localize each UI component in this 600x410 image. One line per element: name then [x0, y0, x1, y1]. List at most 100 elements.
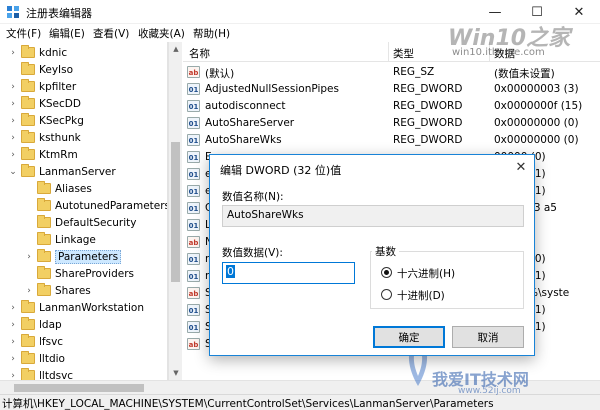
expand-chevron-icon[interactable]: ›	[24, 286, 34, 296]
expand-chevron-icon[interactable]: ›	[8, 150, 18, 160]
watermark-52ij-url: www.52ij.com	[458, 386, 521, 396]
value-data-cell: (数值未设置)	[494, 68, 555, 80]
ok-button[interactable]: 确定	[373, 326, 445, 348]
column-header-name[interactable]: 名称	[189, 46, 210, 61]
tree-item-label: Parameters	[55, 249, 122, 264]
expand-chevron-icon	[24, 235, 34, 245]
expand-chevron-icon[interactable]: ›	[8, 337, 18, 347]
radio-hexadecimal[interactable]	[381, 267, 392, 278]
expand-chevron-icon[interactable]: ›	[8, 303, 18, 313]
tree-item-label: ShareProviders	[55, 267, 135, 280]
value-name-label: 数值名称(N):	[222, 191, 284, 203]
tree-item-label: kdnic	[39, 46, 68, 59]
tree-item-label: lltdsvc	[39, 369, 74, 381]
tree-item-ksthunk[interactable]: › ksthunk	[8, 129, 81, 146]
tree-item-ksecpkg[interactable]: › KSecPkg	[8, 112, 84, 129]
table-row[interactable]: 01 AutoShareServer REG_DWORD 0x00000000 (0)	[183, 115, 600, 132]
tree-item-parameters[interactable]: › Parameters	[24, 248, 122, 265]
edit-dword-dialog: 编辑 DWORD (32 位)值 ✕ 数值名称(N): AutoShareWks…	[209, 154, 535, 356]
menu-favorites[interactable]: 收藏夹(A)	[138, 26, 185, 41]
tree-item-kdnic[interactable]: › kdnic	[8, 44, 67, 61]
tree-item-kpfilter[interactable]: › kpfilter	[8, 78, 76, 95]
tree-item-label: lfsvc	[39, 335, 64, 348]
horizontal-scroll-thumb[interactable]	[14, 384, 144, 392]
tree-item-keyiso[interactable]: KeyIso	[8, 61, 73, 78]
value-type-cell: REG_DWORD	[393, 134, 463, 146]
tree-item-shareproviders[interactable]: ShareProviders	[24, 265, 134, 282]
tree-item-ksecdd[interactable]: › KSecDD	[8, 95, 81, 112]
menu-file[interactable]: 文件(F)	[6, 26, 41, 41]
tree-item-label: KSecDD	[39, 97, 81, 110]
radio-decimal[interactable]	[381, 289, 392, 300]
tree-vertical-scrollbar[interactable]: ▲ ▼	[168, 42, 182, 380]
binary-value-icon: 01	[187, 151, 200, 163]
menu-help[interactable]: 帮助(H)	[193, 26, 230, 41]
table-row[interactable]: 01 autodisconnect REG_DWORD 0x0000000f (15)	[183, 98, 600, 115]
tree-item-label: kpfilter	[39, 80, 77, 93]
binary-value-icon: 01	[187, 185, 200, 197]
binary-value-icon: 01	[187, 270, 200, 282]
binary-value-icon: 01	[187, 253, 200, 265]
radio-decimal-label[interactable]: 十进制(D)	[397, 288, 445, 303]
tree-scroll-thumb[interactable]	[171, 142, 180, 282]
expand-chevron-icon[interactable]: ›	[8, 99, 18, 109]
folder-icon	[21, 334, 35, 347]
expand-chevron-icon[interactable]: ›	[8, 116, 18, 126]
cancel-button[interactable]: 取消	[452, 326, 524, 348]
tree-item-lfsvc[interactable]: › lfsvc	[8, 333, 63, 350]
folder-icon	[37, 249, 51, 262]
expand-chevron-icon[interactable]: ›	[8, 133, 18, 143]
collapse-chevron-icon[interactable]: ⌄	[8, 167, 18, 177]
dialog-title: 编辑 DWORD (32 位)值	[220, 164, 342, 177]
table-row[interactable]: 01 AdjustedNullSessionPipes REG_DWORD 0x000…	[183, 81, 600, 98]
expand-chevron-icon[interactable]: ›	[8, 320, 18, 330]
table-row[interactable]: ab (默认) REG_SZ (数值未设置)	[183, 64, 600, 81]
base-group-title: 基数	[372, 244, 399, 259]
expand-chevron-icon	[8, 65, 18, 75]
value-name-cell: (默认)	[205, 68, 235, 80]
tree-item-lanmanserver[interactable]: ⌄ LanmanServer	[8, 163, 116, 180]
tree-item-label: lltdio	[39, 352, 65, 365]
value-name-cell: AdjustedNullSessionPipes	[205, 83, 339, 95]
binary-value-icon: 01	[187, 321, 200, 333]
column-header-type[interactable]: 类型	[393, 46, 414, 61]
expand-chevron-icon	[24, 218, 34, 228]
tree-item-shares[interactable]: › Shares	[24, 282, 91, 299]
scroll-down-arrow-icon[interactable]: ▼	[169, 366, 183, 380]
expand-chevron-icon[interactable]: ›	[8, 354, 18, 364]
table-row[interactable]: 01 AutoShareWks REG_DWORD 0x00000000 (0)	[183, 132, 600, 149]
registry-key-tree[interactable]: › kdnic KeyIso › kpfilter › KSecDD › KSecPkg…	[0, 42, 168, 380]
tree-item-defaultsecurity[interactable]: DefaultSecurity	[24, 214, 136, 231]
expand-chevron-icon[interactable]: ›	[8, 82, 18, 92]
tree-item-autotunedparameters[interactable]: AutotunedParameters	[24, 197, 167, 214]
watermark-win10-url: win10.ithome.com	[452, 47, 545, 58]
tree-item-lltdio[interactable]: › lltdio	[8, 350, 65, 367]
tree-item-aliases[interactable]: Aliases	[24, 180, 92, 197]
tree-item-linkage[interactable]: Linkage	[24, 231, 96, 248]
tree-item-lltdsvc[interactable]: › lltdsvc	[8, 367, 73, 380]
column-divider[interactable]	[388, 42, 389, 62]
radio-hexadecimal-label[interactable]: 十六进制(H)	[397, 266, 455, 281]
tree-item-label: KSecPkg	[39, 114, 84, 127]
expand-chevron-icon[interactable]: ›	[8, 371, 18, 381]
expand-chevron-icon	[24, 201, 34, 211]
folder-icon	[37, 232, 51, 245]
value-data-input[interactable]: 0	[222, 262, 355, 284]
binary-value-icon: 01	[187, 304, 200, 316]
tree-item-label: KeyIso	[39, 63, 74, 76]
value-type-cell: REG_DWORD	[393, 117, 463, 129]
value-data-cell: 0x00000003 (3)	[494, 83, 579, 95]
tree-item-ktmrm[interactable]: › KtmRm	[8, 146, 78, 163]
tree-item-lanmanworkstation[interactable]: › LanmanWorkstation	[8, 299, 144, 316]
value-data-cell: 0x0000000f (15)	[494, 100, 583, 112]
scroll-up-arrow-icon[interactable]: ▲	[169, 42, 183, 56]
menu-edit[interactable]: 编辑(E)	[49, 26, 85, 41]
menu-view[interactable]: 查看(V)	[93, 26, 129, 41]
folder-icon	[21, 351, 35, 364]
expand-chevron-icon[interactable]: ›	[24, 252, 34, 262]
expand-chevron-icon	[24, 184, 34, 194]
tree-item-ldap[interactable]: › ldap	[8, 316, 62, 333]
folder-icon	[37, 181, 51, 194]
dialog-close-button[interactable]: ✕	[510, 157, 532, 177]
expand-chevron-icon[interactable]: ›	[8, 48, 18, 58]
